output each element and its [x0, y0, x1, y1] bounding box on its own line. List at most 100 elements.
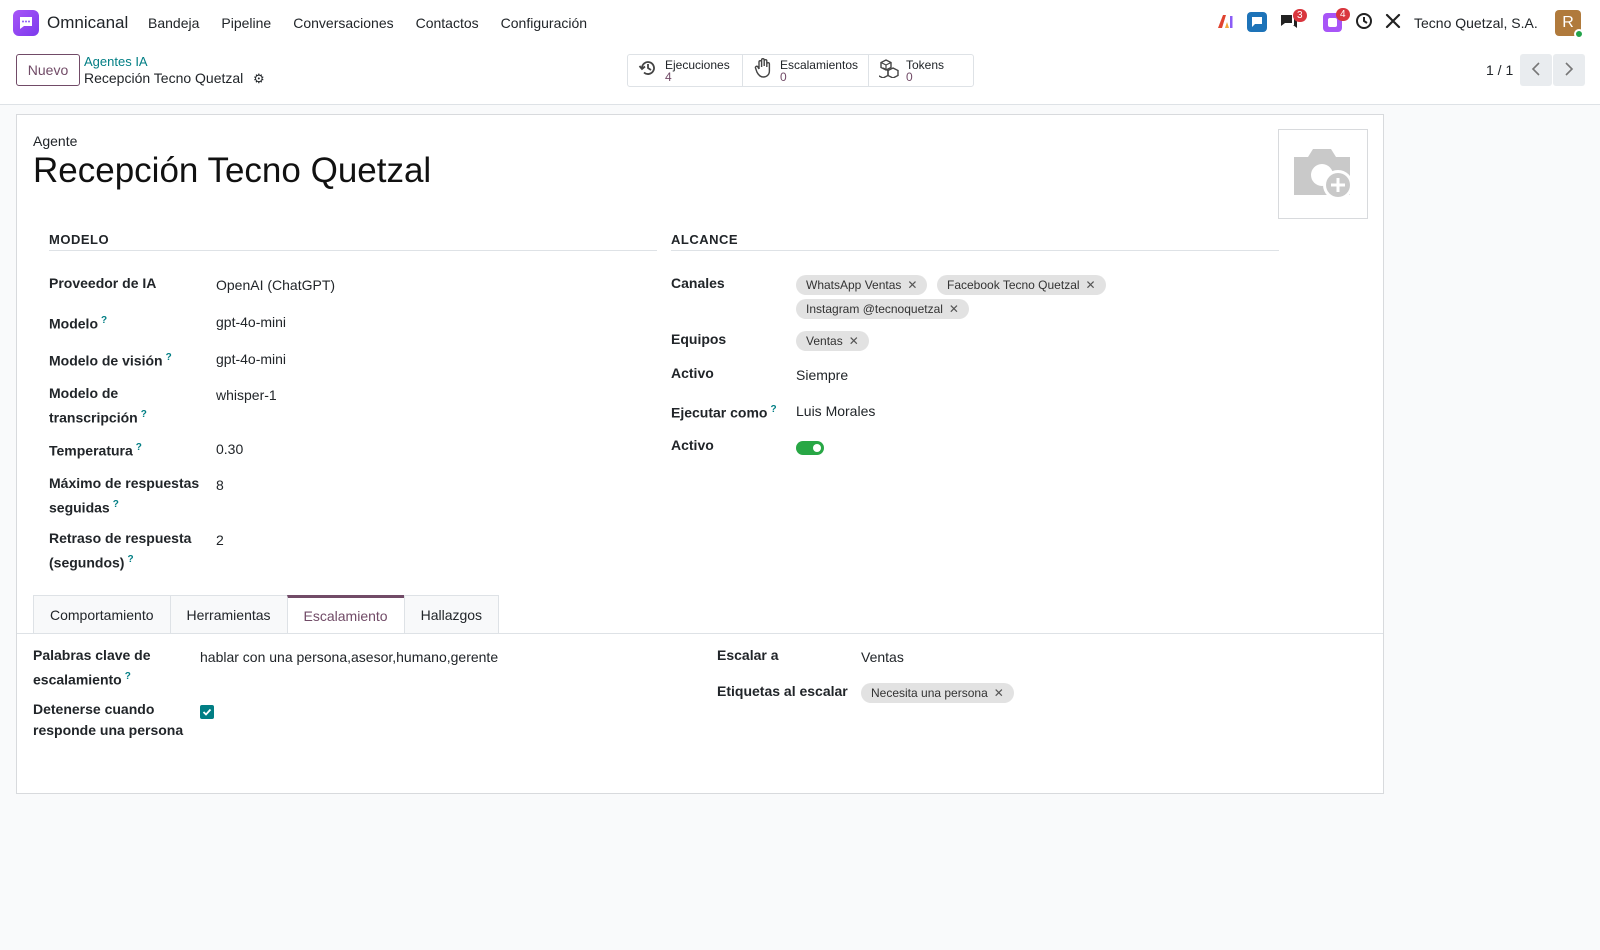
- team-tag[interactable]: Ventas ✕: [796, 331, 869, 351]
- stat-button-tokens[interactable]: Tokens 0: [869, 55, 973, 86]
- stat-value: 0: [906, 69, 913, 84]
- run-as-label: Ejecutar como?: [671, 404, 777, 421]
- tools-icon[interactable]: [1384, 12, 1402, 33]
- new-button[interactable]: Nuevo: [16, 54, 80, 86]
- provider-field[interactable]: OpenAI (ChatGPT): [216, 277, 335, 293]
- max-replies-field[interactable]: 8: [216, 477, 224, 493]
- remove-tag-icon[interactable]: ✕: [907, 278, 917, 292]
- help-icon: ?: [101, 315, 108, 326]
- app-logo-icon[interactable]: [13, 10, 39, 36]
- camera-plus-icon: [1288, 141, 1358, 208]
- menu-item-contactos[interactable]: Contactos: [416, 15, 479, 31]
- active-schedule-label: Activo: [671, 365, 714, 381]
- tab-comportamiento[interactable]: Comportamiento: [33, 595, 171, 633]
- escalate-to-label: Escalar a: [717, 647, 779, 663]
- vision-model-field[interactable]: gpt-4o-mini: [216, 351, 286, 367]
- main-menu: Bandeja Pipeline Conversaciones Contacto…: [148, 15, 609, 31]
- notebook-tabs: Comportamiento Herramientas Escalamiento…: [33, 595, 500, 633]
- history-icon: [638, 58, 660, 83]
- avatar-initial: R: [1562, 14, 1574, 31]
- keywords-field[interactable]: hablar con una persona,asesor,humano,ger…: [200, 649, 498, 665]
- section-divider: [671, 250, 1279, 251]
- pager-previous-button[interactable]: [1520, 54, 1552, 86]
- pager-counter[interactable]: 1 / 1: [1486, 62, 1513, 78]
- enabled-label: Activo: [671, 437, 714, 453]
- channel-tag[interactable]: WhatsApp Ventas ✕: [796, 275, 928, 295]
- escalation-tag[interactable]: Necesita una persona ✕: [861, 683, 1014, 703]
- response-delay-field[interactable]: 2: [216, 532, 224, 548]
- channel-tag[interactable]: Instagram @tecnoquetzal ✕: [796, 299, 969, 319]
- record-title[interactable]: Recepción Tecno Quetzal: [33, 151, 431, 191]
- breadcrumb-parent[interactable]: Agentes IA: [84, 54, 148, 69]
- form-sheet: Agente Recepción Tecno Quetzal MODELO Pr…: [16, 114, 1384, 794]
- menu-item-conversaciones[interactable]: Conversaciones: [293, 15, 393, 31]
- hand-icon: [753, 57, 775, 84]
- chevron-right-icon: [1564, 61, 1574, 79]
- remove-tag-icon[interactable]: ✕: [994, 686, 1004, 700]
- remove-tag-icon[interactable]: ✕: [1086, 278, 1096, 292]
- tab-hallazgos[interactable]: Hallazgos: [403, 595, 500, 633]
- help-icon: ?: [140, 409, 147, 420]
- stat-value: 4: [665, 69, 672, 84]
- temperature-label: Temperatura?: [49, 442, 142, 459]
- control-panel: Nuevo Agentes IA Recepción Tecno Quetzal…: [0, 46, 1600, 105]
- breadcrumb-current: Recepción Tecno Quetzal: [84, 70, 244, 86]
- provider-label: Proveedor de IA: [49, 275, 157, 291]
- tab-escalamiento[interactable]: Escalamiento: [286, 595, 405, 633]
- channel-tag[interactable]: Facebook Tecno Quetzal ✕: [937, 275, 1106, 295]
- chat-app-icon[interactable]: [1246, 11, 1268, 36]
- escalate-to-field[interactable]: Ventas: [861, 649, 904, 665]
- stat-label: Ejecuciones: [665, 57, 730, 72]
- agent-label: Agente: [33, 133, 78, 149]
- clock-icon[interactable]: [1355, 12, 1373, 33]
- model-field[interactable]: gpt-4o-mini: [216, 314, 286, 330]
- stop-on-human-label: Detenerse cuando responde una persona: [33, 701, 184, 738]
- remove-tag-icon[interactable]: ✕: [949, 302, 959, 316]
- active-schedule-field[interactable]: Siempre: [796, 367, 848, 383]
- smart-buttons: Ejecuciones 4 Escalamientos 0 Tokens 0: [627, 54, 974, 87]
- transcription-model-label: Modelo de transcripción?: [49, 385, 147, 426]
- help-icon: ?: [165, 352, 172, 363]
- vision-model-label: Modelo de visión?: [49, 352, 172, 369]
- max-replies-label: Máximo de respuestas seguidas?: [49, 475, 200, 516]
- stat-button-escalations[interactable]: Escalamientos 0: [743, 55, 869, 86]
- gear-icon[interactable]: ⚙: [253, 71, 265, 87]
- app-name[interactable]: Omnicanal: [47, 13, 128, 33]
- model-section-title: MODELO: [49, 232, 110, 247]
- company-switcher[interactable]: Tecno Quetzal, S.A.: [1414, 15, 1538, 31]
- help-icon: ?: [124, 671, 131, 682]
- tab-herramientas[interactable]: Herramientas: [169, 595, 288, 633]
- image-upload[interactable]: [1278, 129, 1368, 219]
- pager-next-button[interactable]: [1553, 54, 1585, 86]
- escalation-tags-label: Etiquetas al escalar: [717, 683, 848, 699]
- stat-label: Tokens: [906, 57, 945, 72]
- channels-label: Canales: [671, 275, 725, 291]
- help-icon: ?: [135, 442, 142, 453]
- response-delay-label: Retraso de respuesta (segundos)?: [49, 530, 192, 571]
- messages-badge: 3: [1293, 9, 1307, 22]
- model-label: Modelo?: [49, 315, 108, 332]
- stop-on-human-checkbox[interactable]: [200, 705, 214, 719]
- run-as-field[interactable]: Luis Morales: [796, 403, 875, 419]
- stat-button-executions[interactable]: Ejecuciones 4: [628, 55, 743, 86]
- messages-icon[interactable]: 3: [1279, 9, 1307, 33]
- enabled-toggle[interactable]: [796, 441, 824, 455]
- menu-item-bandeja[interactable]: Bandeja: [148, 15, 199, 31]
- stat-value: 0: [779, 69, 787, 84]
- section-divider: [49, 250, 657, 251]
- help-icon: ?: [127, 554, 134, 565]
- menu-item-pipeline[interactable]: Pipeline: [221, 15, 271, 31]
- transcription-model-field[interactable]: whisper-1: [216, 387, 277, 403]
- teams-label: Equipos: [671, 331, 727, 347]
- activity-icon[interactable]: 4: [1322, 8, 1350, 36]
- remove-tag-icon[interactable]: ✕: [849, 334, 859, 348]
- online-status-dot: [1574, 29, 1584, 39]
- keywords-label: Palabras clave de escalamiento?: [33, 647, 151, 688]
- stat-label: Escalamientos: [779, 57, 858, 72]
- menu-item-configuracion[interactable]: Configuración: [501, 15, 587, 31]
- temperature-field[interactable]: 0.30: [216, 441, 243, 457]
- tabs-divider: [17, 633, 1383, 634]
- top-navbar: Omnicanal Bandeja Pipeline Conversacione…: [0, 0, 1600, 46]
- ai-icon[interactable]: [1216, 12, 1234, 33]
- help-icon: ?: [770, 404, 777, 415]
